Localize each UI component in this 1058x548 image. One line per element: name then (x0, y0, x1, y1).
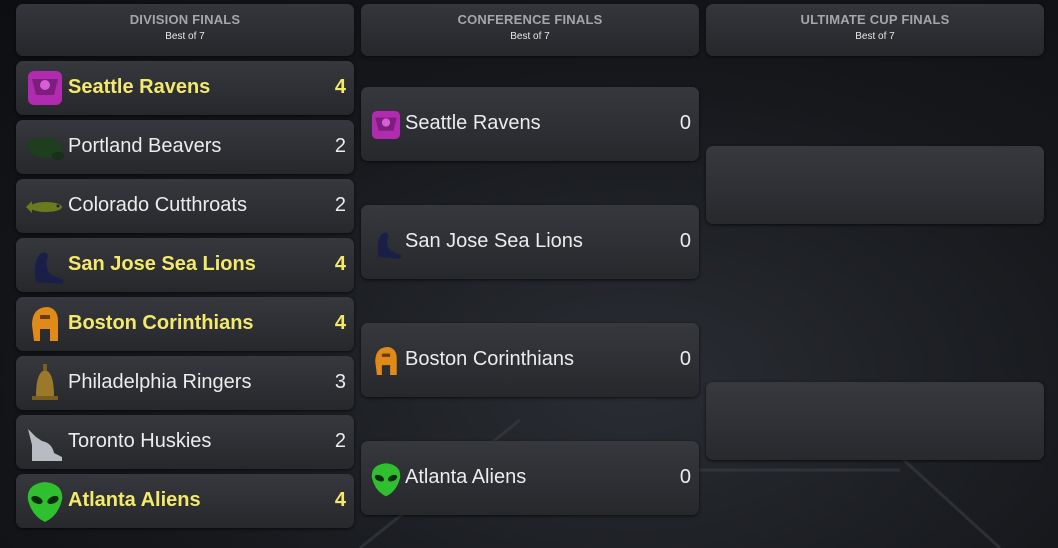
matchup-team-card[interactable]: Portland Beavers 2 (16, 120, 354, 174)
team-name: Boston Corinthians (68, 312, 254, 334)
series-score: 0 (679, 348, 691, 370)
matchup-team-card[interactable]: Atlanta Aliens 4 (16, 474, 354, 528)
team-name: Colorado Cutthroats (68, 194, 247, 216)
column-title: DIVISION FINALS (129, 12, 241, 27)
trout-icon (26, 201, 62, 213)
team-name: Portland Beavers (68, 135, 222, 157)
conference-finals-column: CONFERENCE FINALS Best of 7 Seattle Rave… (361, 4, 699, 544)
raven-icon (28, 71, 62, 105)
team-name: Toronto Huskies (68, 430, 212, 452)
column-subtitle: Best of 7 (165, 31, 205, 42)
helmet-icon (375, 346, 397, 376)
series-score: 0 (679, 466, 691, 488)
sea-lion-icon (377, 232, 402, 259)
empty-finals-slot[interactable] (706, 146, 1044, 224)
matchup-team-card[interactable]: Boston Corinthians 4 (16, 297, 354, 351)
bell-icon (32, 364, 58, 400)
matchup-team-card[interactable]: San Jose Sea Lions 0 (361, 205, 699, 279)
column-subtitle: Best of 7 (855, 31, 895, 42)
team-name: Seattle Ravens (68, 76, 211, 98)
series-score: 4 (334, 312, 346, 334)
conference-finals-header: CONFERENCE FINALS Best of 7 (361, 4, 699, 56)
division-finals-column: DIVISION FINALS Best of 7 Seattle Ravens… (16, 4, 354, 544)
column-title: ULTIMATE CUP FINALS (800, 12, 950, 27)
alien-icon (27, 482, 63, 522)
series-score: 2 (334, 135, 346, 157)
beaver-icon (27, 138, 64, 160)
series-score: 0 (679, 112, 691, 134)
husky-icon (28, 429, 62, 461)
matchup-team-card[interactable]: Seattle Ravens 4 (16, 61, 354, 115)
column-subtitle: Best of 7 (510, 31, 550, 42)
series-score: 4 (334, 76, 346, 98)
helmet-icon (32, 307, 58, 341)
matchup-team-card[interactable]: Philadelphia Ringers 3 (16, 356, 354, 410)
sea-lion-icon (34, 252, 64, 284)
team-name: Atlanta Aliens (405, 466, 527, 488)
matchup-team-card[interactable]: Colorado Cutthroats 2 (16, 179, 354, 233)
raven-icon (371, 110, 401, 140)
empty-finals-slot[interactable] (706, 382, 1044, 460)
alien-icon (371, 463, 401, 497)
ultimate-cup-finals-column: ULTIMATE CUP FINALS Best of 7 (706, 4, 1044, 544)
team-name: Philadelphia Ringers (68, 371, 252, 393)
series-score: 3 (334, 371, 346, 393)
series-score: 2 (334, 194, 346, 216)
matchup-team-card[interactable]: Atlanta Aliens 0 (361, 441, 699, 515)
team-name: San Jose Sea Lions (68, 253, 256, 275)
series-score: 4 (334, 253, 346, 275)
division-finals-header: DIVISION FINALS Best of 7 (16, 4, 354, 56)
series-score: 4 (334, 489, 346, 511)
matchup-team-card[interactable]: Boston Corinthians 0 (361, 323, 699, 397)
column-title: CONFERENCE FINALS (457, 12, 603, 27)
matchup-team-card[interactable]: Seattle Ravens 0 (361, 87, 699, 161)
team-name: Boston Corinthians (405, 348, 574, 370)
matchup-team-card[interactable]: San Jose Sea Lions 4 (16, 238, 354, 292)
matchup-team-card[interactable]: Toronto Huskies 2 (16, 415, 354, 469)
series-score: 2 (334, 430, 346, 452)
ultimate-cup-finals-header: ULTIMATE CUP FINALS Best of 7 (706, 4, 1044, 56)
team-name: Atlanta Aliens (68, 489, 201, 511)
team-name: Seattle Ravens (405, 112, 541, 134)
series-score: 0 (679, 230, 691, 252)
team-name: San Jose Sea Lions (405, 230, 583, 252)
